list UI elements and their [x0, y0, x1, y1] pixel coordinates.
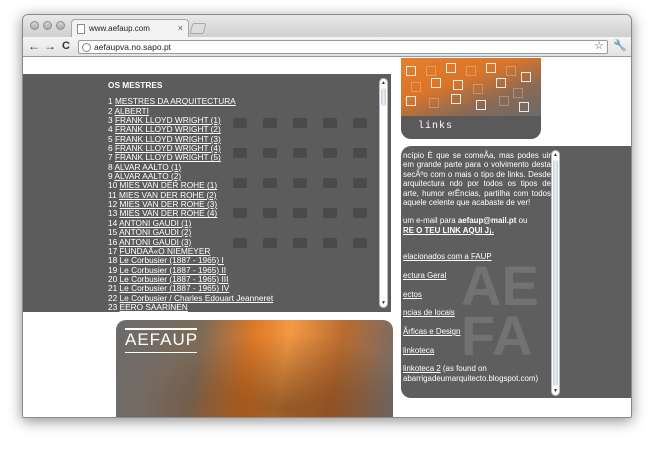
- grid-square: [521, 72, 531, 82]
- zoom-window-button[interactable]: [56, 21, 65, 30]
- links-text: ncípio È que se comeÃa, mas podes uir em…: [403, 151, 551, 383]
- grid-square: [519, 102, 529, 112]
- grid-square: [406, 96, 416, 106]
- grid-square: [446, 63, 456, 73]
- grid-square: [466, 66, 476, 76]
- links-scrollbar[interactable]: ▲ ▼: [551, 150, 560, 396]
- link-category: Ãrficas e Design: [403, 327, 551, 336]
- address-bar[interactable]: aefaupva.no.sapo.pt ☆: [78, 40, 608, 54]
- linkoteca-2-link[interactable]: linkoteca 2: [403, 364, 441, 373]
- link-category: ectos: [403, 290, 551, 299]
- browser-window: www.aefaup.com × ← → C aefaupva.no.sapo.…: [22, 14, 632, 418]
- mestres-list: OS MESTRES 1 MESTRES DA ARQUITECTURA 2 AL…: [108, 80, 380, 312]
- grid-square: [411, 82, 421, 92]
- url-text: aefaupva.no.sapo.pt: [94, 42, 172, 52]
- forward-button[interactable]: →: [43, 39, 57, 53]
- new-tab-button[interactable]: [189, 23, 207, 34]
- back-button[interactable]: ←: [27, 39, 41, 53]
- contact-prefix: um e-mail para: [403, 216, 458, 226]
- links-grid-graphic: [401, 58, 541, 116]
- title-bar: www.aefaup.com ×: [23, 15, 631, 37]
- scroll-up-icon[interactable]: ▲: [380, 80, 387, 86]
- mestres-scrollbar[interactable]: ▲ ▼: [379, 78, 388, 308]
- grid-square: [406, 66, 416, 76]
- grid-square: [506, 66, 516, 76]
- reload-button[interactable]: C: [59, 39, 73, 53]
- link-category: linkoteca: [403, 346, 551, 355]
- grid-square: [473, 84, 483, 94]
- grid-square: [426, 66, 436, 76]
- grid-square: [429, 98, 439, 108]
- contact-paragraph: um e-mail para aefaup@mail.pt ou RE O TE…: [403, 216, 551, 235]
- link-category: ncias de locais: [403, 308, 551, 317]
- list-item-link[interactable]: EERO SAARINEN: [120, 302, 188, 312]
- scroll-up-icon[interactable]: ▲: [552, 152, 559, 158]
- link-category-link[interactable]: elacionados com a FAUP: [403, 252, 492, 261]
- browser-toolbar: ← → C aefaupva.no.sapo.pt ☆ 🔧: [23, 37, 631, 57]
- grid-square: [513, 88, 523, 98]
- link-category-link[interactable]: ectura Geral: [403, 271, 446, 280]
- grid-square: [496, 78, 506, 88]
- globe-icon: [82, 43, 91, 52]
- list-item-number: 23: [108, 301, 118, 312]
- scrollbar-thumb[interactable]: [553, 160, 558, 386]
- mestres-title: OS MESTRES: [108, 80, 163, 90]
- scroll-down-icon[interactable]: ▼: [380, 300, 387, 306]
- logo-rule-bottom: [125, 352, 197, 353]
- contact-email[interactable]: aefaup@mail.pt: [458, 216, 517, 225]
- links-label: links: [418, 121, 454, 132]
- aefaup-logo: AEFAUP: [125, 330, 199, 349]
- linkoteca-2-note: (as found on: [440, 364, 487, 374]
- links-panel: AE FA ncípio È que se comeÃa, mas podes u…: [401, 146, 631, 398]
- link-category: ectura Geral: [403, 271, 551, 280]
- grid-square: [431, 78, 441, 88]
- page-viewport: OS MESTRES 1 MESTRES DA ARQUITECTURA 2 AL…: [23, 58, 631, 417]
- wrench-menu-icon[interactable]: 🔧: [613, 39, 627, 52]
- contact-or: ou: [516, 216, 528, 226]
- aefaup-banner: AEFAUP: [116, 320, 393, 417]
- scrollbar-thumb[interactable]: [381, 88, 386, 106]
- tab-close-icon[interactable]: ×: [178, 23, 183, 33]
- grid-square: [486, 63, 496, 73]
- link-category-link[interactable]: ectos: [403, 290, 422, 299]
- grid-square: [499, 96, 509, 106]
- intro-paragraph: ncípio È que se comeÃa, mas podes uir em…: [403, 151, 551, 208]
- tab-title: www.aefaup.com: [89, 24, 150, 33]
- grid-square: [451, 94, 461, 104]
- links-box[interactable]: links: [401, 58, 541, 139]
- linkoteca-2-item: linkoteca 2 (as found on abarrigadeumarq…: [403, 364, 551, 383]
- grid-square: [476, 100, 486, 110]
- scroll-down-icon[interactable]: ▼: [552, 388, 559, 394]
- bookmark-star-icon[interactable]: ☆: [594, 40, 604, 53]
- linkoteca-2-source: abarrigadeumarquitecto.blogspot.com): [403, 373, 539, 383]
- browser-tab[interactable]: www.aefaup.com ×: [71, 19, 189, 37]
- list-item: 23 EERO SAARINEN: [108, 301, 380, 312]
- submit-link[interactable]: RE O TEU LINK AQUI J¡.: [403, 226, 494, 235]
- grid-square: [453, 80, 463, 90]
- link-category-link[interactable]: linkoteca: [403, 346, 434, 355]
- link-category: elacionados com a FAUP: [403, 252, 551, 261]
- mestres-panel: OS MESTRES 1 MESTRES DA ARQUITECTURA 2 AL…: [23, 74, 391, 312]
- link-category-link[interactable]: ncias de locais: [403, 308, 455, 317]
- page-icon: [77, 24, 85, 34]
- close-window-button[interactable]: [30, 21, 39, 30]
- minimize-window-button[interactable]: [43, 21, 52, 30]
- link-category-link[interactable]: Ãrficas e Design: [403, 327, 460, 336]
